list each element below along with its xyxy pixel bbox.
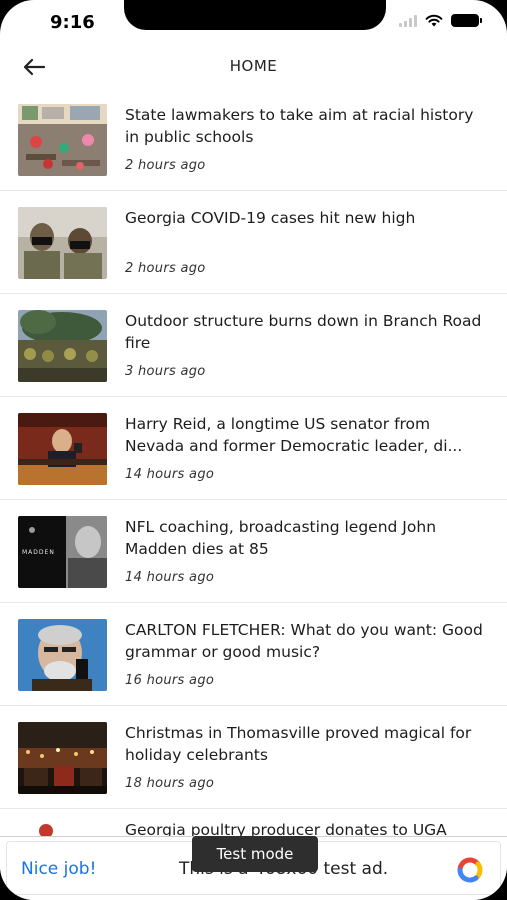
- article-time: 14 hours ago: [125, 570, 215, 585]
- article-time: 3 hours ago: [125, 364, 206, 379]
- battery-icon: [451, 14, 482, 27]
- article-title: Christmas in Thomasville proved magical …: [125, 724, 472, 764]
- article-title: State lawmakers to take aim at racial hi…: [125, 106, 474, 146]
- wifi-icon: [425, 14, 443, 27]
- article-thumbnail: [18, 722, 107, 794]
- article-thumbnail: [18, 207, 107, 279]
- article-time: 18 hours ago: [125, 776, 215, 791]
- article-time: 16 hours ago: [125, 673, 215, 688]
- ad-choices-logo[interactable]: [454, 856, 486, 884]
- article-item[interactable]: Georgia COVID-19 cases hit new high 2 ho…: [0, 191, 507, 294]
- app-header: HOME: [0, 44, 507, 92]
- article-title: CARLTON FLETCHER: What do you want: Good…: [125, 621, 483, 661]
- article-title: Harry Reid, a longtime US senator from N…: [125, 415, 463, 455]
- article-item[interactable]: MADDEN NFL coaching, broadcasting legend…: [0, 500, 507, 603]
- article-thumbnail: MADDEN: [18, 516, 107, 588]
- article-item[interactable]: CARLTON FLETCHER: What do you want: Good…: [0, 603, 507, 706]
- article-item[interactable]: Harry Reid, a longtime US senator from N…: [0, 397, 507, 500]
- status-icons: [399, 14, 482, 27]
- page-title: HOME: [229, 57, 278, 75]
- article-title: NFL coaching, broadcasting legend John M…: [125, 518, 437, 558]
- article-title: Outdoor structure burns down in Branch R…: [125, 312, 482, 352]
- test-mode-badge: Test mode: [192, 836, 318, 872]
- article-time: 2 hours ago: [125, 261, 206, 276]
- article-item[interactable]: Outdoor structure burns down in Branch R…: [0, 294, 507, 397]
- article-time: 14 hours ago: [125, 467, 215, 482]
- article-thumbnail: [18, 413, 107, 485]
- signal-icon: [399, 14, 417, 27]
- ad-nice-job: Nice job!: [21, 859, 97, 879]
- status-time: 9:16: [50, 12, 95, 33]
- phone-screen: 9:16 HOME State lawmakers to take aim at…: [0, 0, 507, 900]
- article-item[interactable]: Christmas in Thomasville proved magical …: [0, 706, 507, 809]
- article-time: 2 hours ago: [125, 158, 206, 173]
- article-thumbnail: [18, 310, 107, 382]
- madden-thumb-text: MADDEN: [22, 549, 55, 556]
- article-item[interactable]: State lawmakers to take aim at racial hi…: [0, 88, 507, 191]
- status-bar: 9:16: [0, 0, 507, 44]
- article-thumbnail: [18, 104, 107, 176]
- article-title: Georgia COVID-19 cases hit new high: [125, 209, 416, 227]
- article-list: State lawmakers to take aim at racial hi…: [0, 88, 507, 900]
- article-thumbnail: [18, 619, 107, 691]
- notch: [124, 0, 386, 30]
